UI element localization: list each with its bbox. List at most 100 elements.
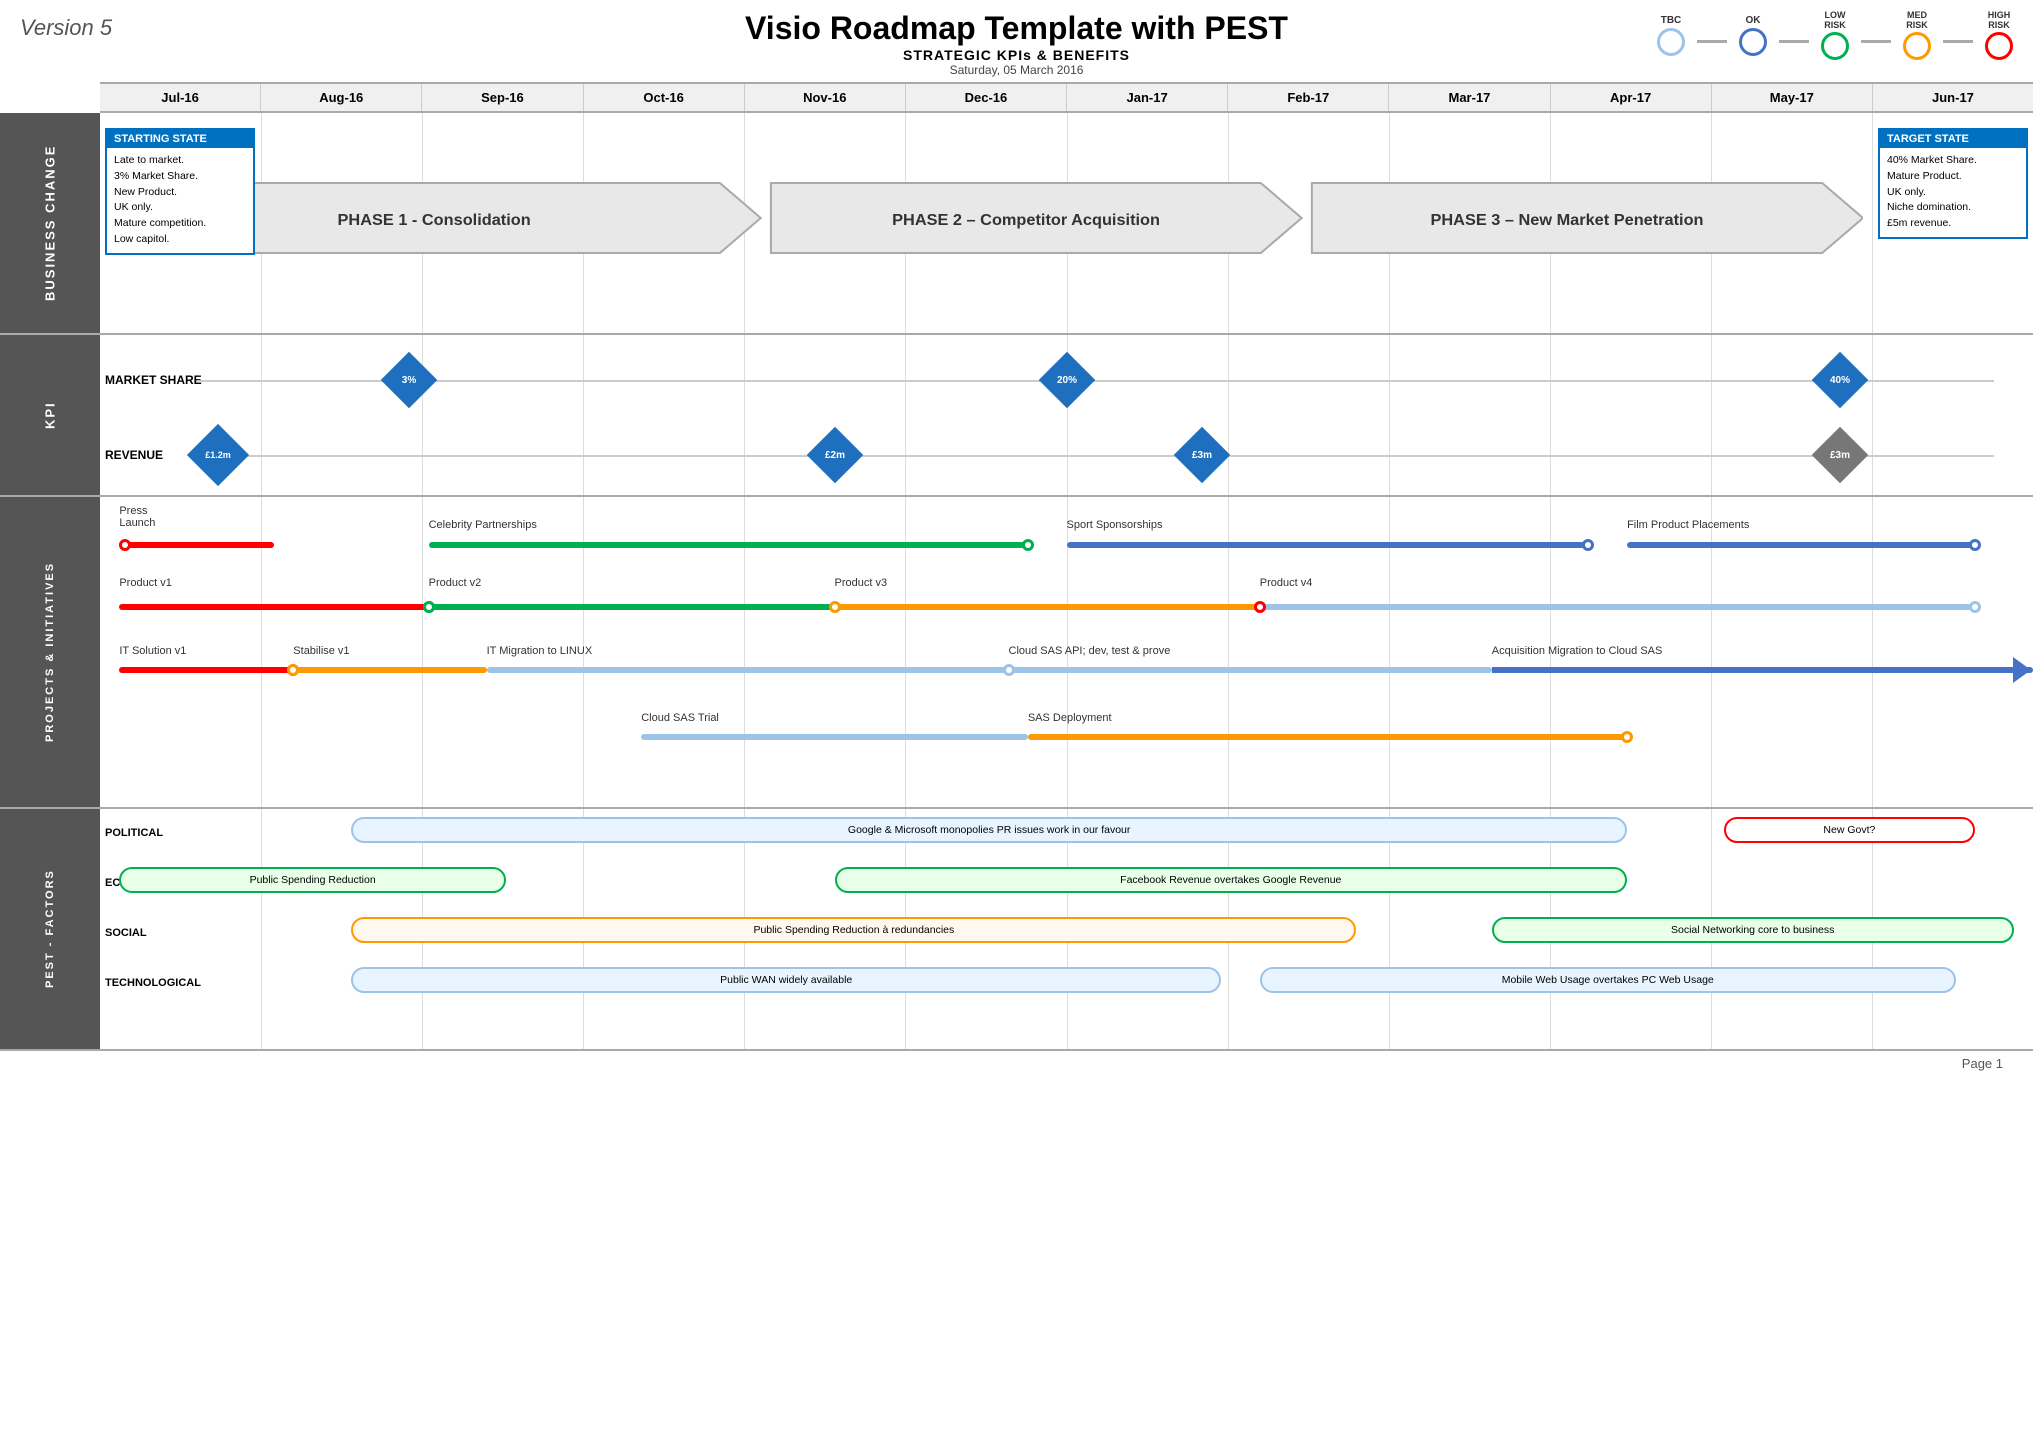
- cloud-sas-api-bar: [1009, 667, 1492, 673]
- projects-label: PROJECTS & INITIATIVES: [0, 497, 100, 807]
- legend-low-risk-label: LOWRISK: [1824, 10, 1846, 30]
- kpi-ms-40pct: 40%: [1811, 352, 1868, 409]
- starting-state-box: STARTING STATE Late to market.3% Market …: [105, 128, 255, 255]
- page-label: Page 1: [1962, 1056, 2003, 1071]
- cloud-sas-api-start-circle: [1003, 664, 1015, 676]
- technological-label: TECHNOLOGICAL: [105, 977, 201, 989]
- film-bar: [1627, 542, 1975, 548]
- product-v1-bar: [119, 604, 428, 610]
- product-v3-start-circle: [829, 601, 841, 613]
- social-bar-2: Social Networking core to business: [1492, 917, 2014, 943]
- legend-high-risk-label: HIGHRISK: [1988, 10, 2011, 30]
- pest-content: POLITICAL Google & Microsoft monopolies …: [100, 809, 2033, 1049]
- sport-label: Sport Sponsorships: [1067, 519, 1163, 531]
- target-state-title: TARGET STATE: [1880, 130, 2026, 148]
- kpi-label: KPI: [0, 335, 100, 495]
- cloud-sas-api-label: Cloud SAS API; dev, test & prove: [1009, 645, 1171, 657]
- sport-end-circle: [1582, 539, 1594, 551]
- stabilise-bar: [293, 667, 486, 673]
- technological-bar-2: Mobile Web Usage overtakes PC Web Usage: [1260, 967, 1956, 993]
- legend-med-risk-label: MEDRISK: [1906, 10, 1928, 30]
- month-nov16: Nov-16: [745, 84, 906, 111]
- business-change-section: BUSINESS CHANGE STARTING STATE La: [0, 113, 2033, 335]
- header-date: Saturday, 05 March 2016: [0, 63, 2033, 77]
- month-jul16: Jul-16: [100, 84, 261, 111]
- legend-tbc: TBC: [1657, 15, 1685, 56]
- revenue-row: REVENUE £1.2m £2m £3m £3m: [100, 420, 2033, 490]
- legend: TBC OK LOWRISK MEDRISK HIGHRISK: [1657, 10, 2013, 60]
- market-share-label: MARKET SHARE: [105, 373, 202, 387]
- sport-bar: [1067, 542, 1589, 548]
- stabilise-label: Stabilise v1: [293, 645, 349, 657]
- celebrity-bar: [429, 542, 1028, 548]
- celebrity-label: Celebrity Partnerships: [429, 519, 537, 531]
- political-bar-2: New Govt?: [1724, 817, 1975, 843]
- revenue-line: [197, 455, 1995, 457]
- acq-migration-bar: [1492, 667, 2033, 673]
- political-label: POLITICAL: [105, 827, 163, 839]
- month-sep16: Sep-16: [422, 84, 583, 111]
- product-v2-label: Product v2: [429, 577, 482, 589]
- kpi-rev-3m-2: £3m: [1811, 427, 1868, 484]
- month-may17: May-17: [1712, 84, 1873, 111]
- phase-arrows-svg: PHASE 1 - Consolidation PHASE 2 – Compet…: [230, 173, 1863, 263]
- pest-label: PEST - FACTORS: [0, 809, 100, 1049]
- legend-connector-4: [1943, 40, 1973, 43]
- celebrity-end-circle: [1022, 539, 1034, 551]
- sas-deployment-bar: [1028, 734, 1627, 740]
- month-aug16: Aug-16: [261, 84, 422, 111]
- svg-text:PHASE 1 - Consolidation: PHASE 1 - Consolidation: [338, 211, 531, 229]
- month-jun17: Jun-17: [1873, 84, 2033, 111]
- acq-migration-label: Acquisition Migration to Cloud SAS: [1492, 645, 1663, 657]
- legend-connector-3: [1861, 40, 1891, 43]
- month-feb17: Feb-17: [1228, 84, 1389, 111]
- market-share-line: [197, 380, 1995, 382]
- kpi-section: KPI MARKET SHARE: [0, 335, 2033, 497]
- starting-state-content: Late to market.3% Market Share.New Produ…: [114, 153, 246, 248]
- product-v4-start-circle: [1254, 601, 1266, 613]
- timeline-header: Jul-16 Aug-16 Sep-16 Oct-16 Nov-16 Dec-1…: [100, 82, 2033, 113]
- target-state-content: 40% Market Share.Mature Product.UK only.…: [1887, 153, 2019, 232]
- kpi-rev-3m-1: £3m: [1174, 427, 1231, 484]
- month-apr17: Apr-17: [1551, 84, 1712, 111]
- pest-section: PEST - FACTORS POLITICAL Google & Micro: [0, 809, 2033, 1051]
- social-label: SOCIAL: [105, 927, 147, 939]
- target-state-box: TARGET STATE 40% Market Share.Mature Pro…: [1878, 128, 2028, 239]
- stabilise-start-circle: [287, 664, 299, 676]
- business-change-label: BUSINESS CHANGE: [0, 113, 100, 333]
- product-v3-label: Product v3: [835, 577, 888, 589]
- projects-content: PressLaunch Celebrity Partnerships Sport…: [100, 497, 2033, 807]
- product-v1-label: Product v1: [119, 577, 172, 589]
- legend-connector-1: [1697, 40, 1727, 43]
- product-v4-label: Product v4: [1260, 577, 1313, 589]
- press-launch-label: PressLaunch: [119, 505, 155, 529]
- legend-ok-label: OK: [1746, 15, 1761, 26]
- film-label: Film Product Placements: [1627, 519, 1749, 531]
- business-change-content: STARTING STATE Late to market.3% Market …: [100, 113, 2033, 333]
- legend-high-risk: HIGHRISK: [1985, 10, 2013, 60]
- svg-text:PHASE 3 – New Market Penetrati: PHASE 3 – New Market Penetration: [1431, 211, 1704, 229]
- kpi-content: MARKET SHARE 3% 20% 40% REVENUE: [100, 335, 2033, 495]
- legend-med-risk: MEDRISK: [1903, 10, 1931, 60]
- version-label: Version 5: [20, 15, 112, 41]
- it-migration-bar: [487, 667, 1009, 673]
- product-v4-end-circle: [1969, 601, 1981, 613]
- month-oct16: Oct-16: [584, 84, 745, 111]
- page-wrapper: Version 5 Visio Roadmap Template with PE…: [0, 0, 2033, 1076]
- product-v2-start-circle: [423, 601, 435, 613]
- month-mar17: Mar-17: [1389, 84, 1550, 111]
- legend-ok: OK: [1739, 15, 1767, 56]
- legend-connector-2: [1779, 40, 1809, 43]
- legend-low-risk: LOWRISK: [1821, 10, 1849, 60]
- kpi-ms-20pct: 20%: [1038, 352, 1095, 409]
- sas-deployment-label: SAS Deployment: [1028, 712, 1112, 724]
- film-end-circle: [1969, 539, 1981, 551]
- projects-section: PROJECTS & INITIATIVES PressLaunch: [0, 497, 2033, 809]
- legend-tbc-label: TBC: [1661, 15, 1682, 26]
- header: Version 5 Visio Roadmap Template with PE…: [0, 0, 2033, 82]
- technological-bar-1: Public WAN widely available: [351, 967, 1221, 993]
- product-v4-bar: [1260, 604, 1975, 610]
- svg-text:PHASE 2 – Competitor Acquisiti: PHASE 2 – Competitor Acquisition: [892, 211, 1160, 229]
- cloud-sas-trial-label: Cloud SAS Trial: [641, 712, 719, 724]
- sas-deployment-end-circle: [1621, 731, 1633, 743]
